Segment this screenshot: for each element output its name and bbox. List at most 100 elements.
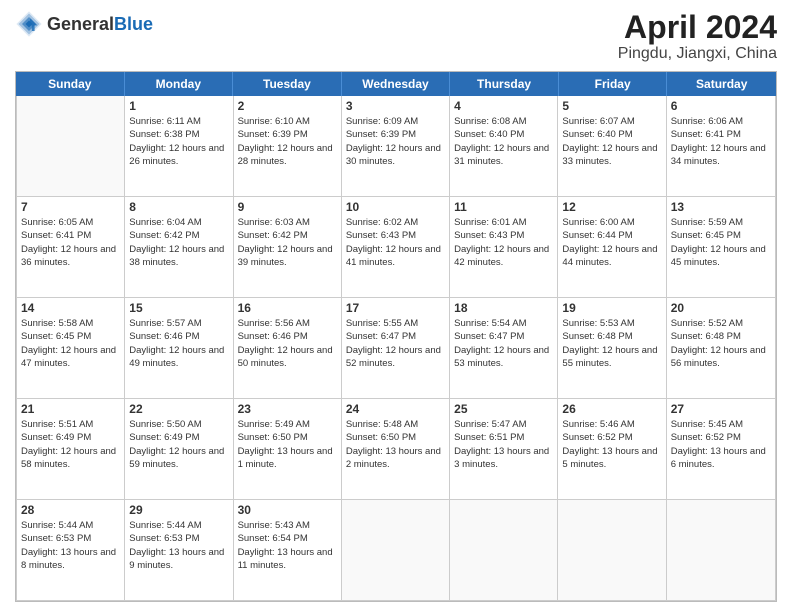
weekday-header-monday: Monday [125, 72, 234, 96]
weekday-header-tuesday: Tuesday [233, 72, 342, 96]
day-info: Sunrise: 6:01 AMSunset: 6:43 PMDaylight:… [454, 216, 553, 269]
day-cell-8: 8 Sunrise: 6:04 AMSunset: 6:42 PMDaylight… [125, 197, 233, 297]
day-cell-21: 21 Sunrise: 5:51 AMSunset: 6:49 PMDayligh… [17, 399, 125, 499]
day-cell-26: 26Sunrise: 5:46 AMSunset: 6:52 PMDayligh… [558, 399, 666, 499]
day-cell-3: 3 Sunrise: 6:09 AMSunset: 6:39 PMDaylight… [342, 96, 450, 196]
day-number: 23 [238, 402, 337, 416]
day-number: 12 [562, 200, 661, 214]
day-cell-22: 22Sunrise: 5:50 AMSunset: 6:49 PMDayligh… [125, 399, 233, 499]
day-info: Sunrise: 5:51 AMSunset: 6:49 PMDaylight:… [21, 418, 120, 471]
day-info: Sunrise: 5:53 AMSunset: 6:48 PMDaylight:… [562, 317, 661, 370]
day-info: Sunrise: 5:48 AMSunset: 6:50 PMDaylight:… [346, 418, 445, 471]
page: GeneralBlue April 2024 Pingdu, Jiangxi, … [0, 0, 792, 612]
day-number: 9 [238, 200, 337, 214]
weekday-header-friday: Friday [559, 72, 668, 96]
day-cell-25: 25 Sunrise: 5:47 AMSunset: 6:51 PMDayligh… [450, 399, 558, 499]
day-info: Sunrise: 6:09 AMSunset: 6:39 PMDaylight:… [346, 115, 445, 168]
day-info: Sunrise: 5:47 AMSunset: 6:51 PMDaylight:… [454, 418, 553, 471]
day-info: Sunrise: 6:10 AMSunset: 6:39 PMDaylight:… [238, 115, 337, 168]
day-number: 14 [21, 301, 120, 315]
day-number: 20 [671, 301, 771, 315]
day-info: Sunrise: 5:49 AMSunset: 6:50 PMDaylight:… [238, 418, 337, 471]
day-info: Sunrise: 5:56 AMSunset: 6:46 PMDaylight:… [238, 317, 337, 370]
weekday-header-wednesday: Wednesday [342, 72, 451, 96]
day-cell-30: 30Sunrise: 5:43 AMSunset: 6:54 PMDayligh… [234, 500, 342, 600]
day-number: 18 [454, 301, 553, 315]
day-info: Sunrise: 5:54 AMSunset: 6:47 PMDaylight:… [454, 317, 553, 370]
day-number: 29 [129, 503, 228, 517]
calendar-row-2: 7Sunrise: 6:05 AMSunset: 6:41 PMDaylight… [17, 197, 775, 298]
day-number: 17 [346, 301, 445, 315]
day-info: Sunrise: 5:57 AMSunset: 6:46 PMDaylight:… [129, 317, 228, 370]
day-cell-23: 23 Sunrise: 5:49 AMSunset: 6:50 PMDayligh… [234, 399, 342, 499]
day-cell-24: 24 Sunrise: 5:48 AMSunset: 6:50 PMDayligh… [342, 399, 450, 499]
day-number: 7 [21, 200, 120, 214]
day-cell-17: 17 Sunrise: 5:55 AMSunset: 6:47 PMDayligh… [342, 298, 450, 398]
day-number: 1 [129, 99, 228, 113]
day-cell-5: 5 Sunrise: 6:07 AMSunset: 6:40 PMDaylight… [558, 96, 666, 196]
logo-general: General [47, 14, 114, 34]
day-number: 5 [562, 99, 661, 113]
logo-blue: Blue [114, 14, 153, 34]
day-cell-4: 4Sunrise: 6:08 AMSunset: 6:40 PMDaylight… [450, 96, 558, 196]
calendar-row-5: 28 Sunrise: 5:44 AMSunset: 6:53 PMDayligh… [17, 500, 775, 600]
empty-cell [450, 500, 558, 600]
empty-cell [558, 500, 666, 600]
day-cell-20: 20 Sunrise: 5:52 AMSunset: 6:48 PMDayligh… [667, 298, 775, 398]
empty-cell [17, 96, 125, 196]
weekday-header-sunday: Sunday [16, 72, 125, 96]
day-info: Sunrise: 5:52 AMSunset: 6:48 PMDaylight:… [671, 317, 771, 370]
day-cell-11: 11 Sunrise: 6:01 AMSunset: 6:43 PMDayligh… [450, 197, 558, 297]
calendar-body: 1Sunrise: 6:11 AMSunset: 6:38 PMDaylight… [16, 96, 776, 601]
day-number: 19 [562, 301, 661, 315]
day-info: Sunrise: 5:50 AMSunset: 6:49 PMDaylight:… [129, 418, 228, 471]
day-number: 8 [129, 200, 228, 214]
day-cell-6: 6 Sunrise: 6:06 AMSunset: 6:41 PMDaylight… [667, 96, 775, 196]
day-info: Sunrise: 6:03 AMSunset: 6:42 PMDaylight:… [238, 216, 337, 269]
day-cell-14: 14 Sunrise: 5:58 AMSunset: 6:45 PMDayligh… [17, 298, 125, 398]
day-info: Sunrise: 5:45 AMSunset: 6:52 PMDaylight:… [671, 418, 771, 471]
day-cell-1: 1Sunrise: 6:11 AMSunset: 6:38 PMDaylight… [125, 96, 233, 196]
day-info: Sunrise: 6:07 AMSunset: 6:40 PMDaylight:… [562, 115, 661, 168]
day-info: Sunrise: 6:06 AMSunset: 6:41 PMDaylight:… [671, 115, 771, 168]
day-cell-27: 27Sunrise: 5:45 AMSunset: 6:52 PMDayligh… [667, 399, 775, 499]
day-info: Sunrise: 5:59 AMSunset: 6:45 PMDaylight:… [671, 216, 771, 269]
day-info: Sunrise: 5:43 AMSunset: 6:54 PMDaylight:… [238, 519, 337, 572]
day-info: Sunrise: 5:58 AMSunset: 6:45 PMDaylight:… [21, 317, 120, 370]
day-number: 11 [454, 200, 553, 214]
day-info: Sunrise: 6:04 AMSunset: 6:42 PMDaylight:… [129, 216, 228, 269]
day-number: 25 [454, 402, 553, 416]
day-number: 10 [346, 200, 445, 214]
day-cell-16: 16 Sunrise: 5:56 AMSunset: 6:46 PMDayligh… [234, 298, 342, 398]
day-cell-2: 2 Sunrise: 6:10 AMSunset: 6:39 PMDaylight… [234, 96, 342, 196]
day-number: 26 [562, 402, 661, 416]
day-number: 3 [346, 99, 445, 113]
day-number: 6 [671, 99, 771, 113]
header: GeneralBlue April 2024 Pingdu, Jiangxi, … [15, 10, 777, 63]
day-cell-7: 7Sunrise: 6:05 AMSunset: 6:41 PMDaylight… [17, 197, 125, 297]
logo-text: GeneralBlue [47, 14, 153, 35]
day-info: Sunrise: 5:44 AMSunset: 6:53 PMDaylight:… [129, 519, 228, 572]
day-cell-18: 18 Sunrise: 5:54 AMSunset: 6:47 PMDayligh… [450, 298, 558, 398]
calendar-row-4: 21 Sunrise: 5:51 AMSunset: 6:49 PMDayligh… [17, 399, 775, 500]
day-cell-29: 29 Sunrise: 5:44 AMSunset: 6:53 PMDayligh… [125, 500, 233, 600]
day-info: Sunrise: 5:44 AMSunset: 6:53 PMDaylight:… [21, 519, 120, 572]
day-number: 24 [346, 402, 445, 416]
day-cell-13: 13Sunrise: 5:59 AMSunset: 6:45 PMDayligh… [667, 197, 775, 297]
day-number: 15 [129, 301, 228, 315]
day-cell-12: 12Sunrise: 6:00 AMSunset: 6:44 PMDayligh… [558, 197, 666, 297]
day-cell-15: 15 Sunrise: 5:57 AMSunset: 6:46 PMDayligh… [125, 298, 233, 398]
empty-cell [342, 500, 450, 600]
calendar-row-1: 1Sunrise: 6:11 AMSunset: 6:38 PMDaylight… [17, 96, 775, 197]
day-info: Sunrise: 6:02 AMSunset: 6:43 PMDaylight:… [346, 216, 445, 269]
day-number: 16 [238, 301, 337, 315]
day-number: 28 [21, 503, 120, 517]
day-info: Sunrise: 5:55 AMSunset: 6:47 PMDaylight:… [346, 317, 445, 370]
day-number: 21 [21, 402, 120, 416]
title-section: April 2024 Pingdu, Jiangxi, China [618, 10, 777, 63]
logo: GeneralBlue [15, 10, 153, 38]
day-number: 2 [238, 99, 337, 113]
logo-icon [15, 10, 43, 38]
location: Pingdu, Jiangxi, China [618, 45, 777, 63]
day-cell-19: 19 Sunrise: 5:53 AMSunset: 6:48 PMDayligh… [558, 298, 666, 398]
